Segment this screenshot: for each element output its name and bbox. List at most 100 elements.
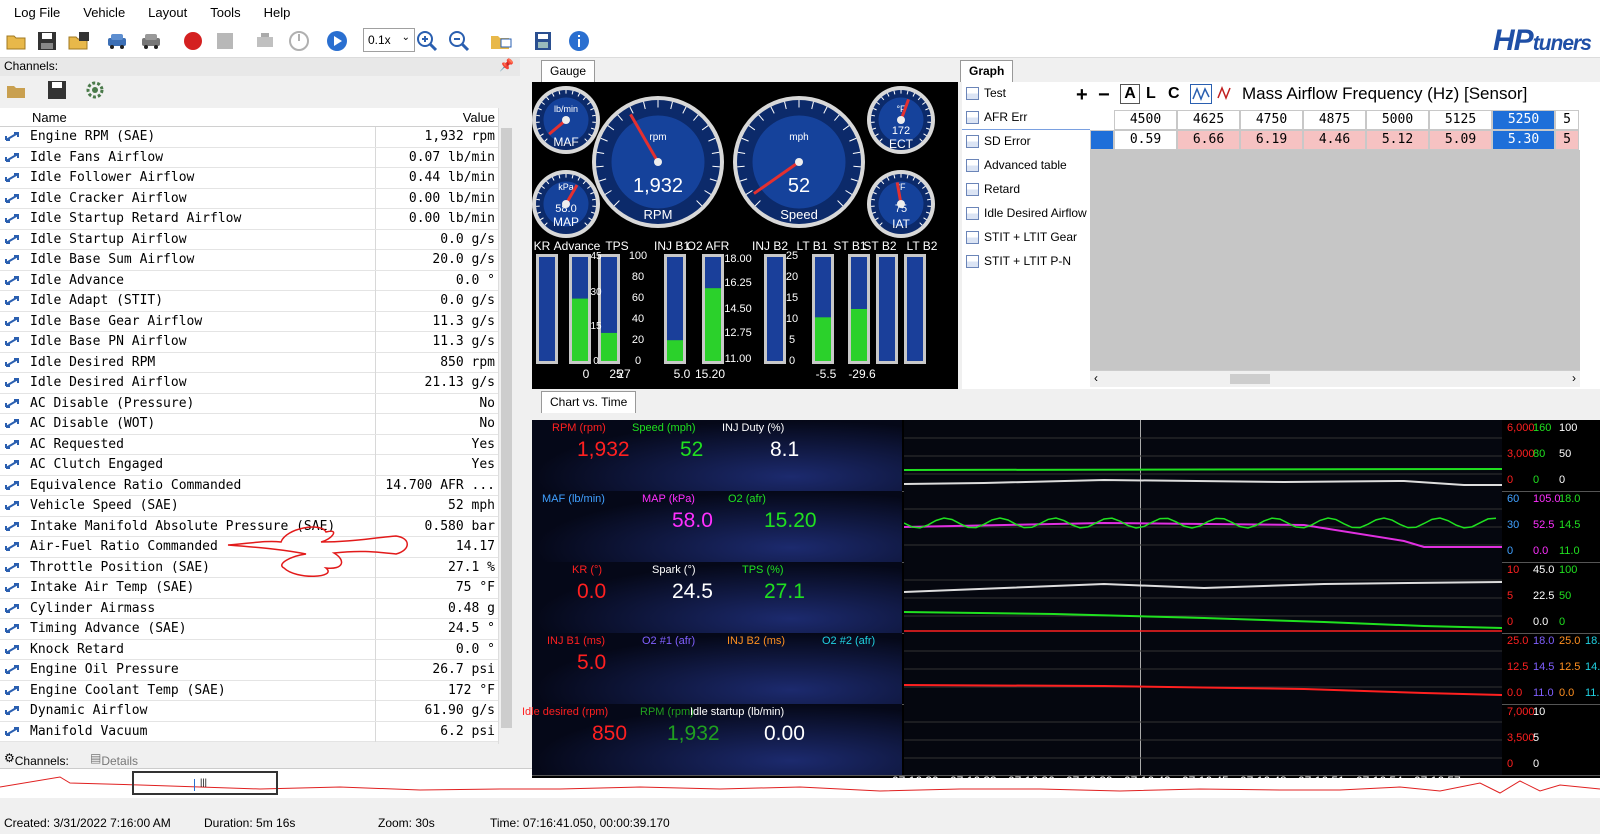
channel-row[interactable]: AC Clutch Engaged Yes bbox=[0, 455, 510, 476]
menu-tools[interactable]: Tools bbox=[196, 5, 249, 20]
export-icon[interactable] bbox=[530, 28, 556, 54]
channel-row[interactable]: Intake Air Temp (SAE) 75 °F bbox=[0, 578, 510, 599]
channel-row[interactable]: AC Disable (WOT) No bbox=[0, 414, 510, 435]
graph-list-item[interactable]: Retard bbox=[962, 178, 1090, 202]
channel-row[interactable]: Idle Desired RPM 850 rpm bbox=[0, 352, 510, 373]
channel-link-icon bbox=[4, 253, 22, 267]
menu-help[interactable]: Help bbox=[250, 5, 300, 20]
open-folder-icon[interactable] bbox=[4, 28, 30, 54]
auto-button[interactable]: A bbox=[1120, 84, 1140, 104]
tab-gauge[interactable]: Gauge bbox=[541, 60, 596, 82]
zoom-select[interactable]: 0.1x ⌄ bbox=[363, 28, 415, 52]
play-icon[interactable] bbox=[324, 28, 350, 54]
channel-settings-icon[interactable] bbox=[82, 77, 108, 103]
channel-row[interactable]: Engine RPM (SAE) 1,932 rpm bbox=[0, 127, 510, 148]
zoom-out-icon[interactable] bbox=[446, 28, 472, 54]
graph-list-item[interactable]: Idle Desired Airflow bbox=[962, 202, 1090, 226]
l-button[interactable]: L bbox=[1146, 85, 1156, 103]
vehicle-connect-icon[interactable] bbox=[104, 28, 130, 54]
info-icon[interactable] bbox=[566, 28, 592, 54]
overview-window[interactable]: ||| bbox=[132, 771, 278, 795]
table-col-header[interactable]: 4875 bbox=[1303, 110, 1366, 130]
channel-row[interactable]: Idle Desired Airflow 21.13 g/s bbox=[0, 373, 510, 394]
channel-row[interactable]: Idle Base Gear Airflow 11.3 g/s bbox=[0, 311, 510, 332]
channel-row[interactable]: Equivalence Ratio Commanded 14.700 AFR ..… bbox=[0, 475, 510, 496]
table-col-header[interactable]: 4625 bbox=[1177, 110, 1240, 130]
adv-tick: 15 bbox=[590, 321, 602, 332]
save-channels-icon[interactable] bbox=[44, 77, 70, 103]
pin-icon[interactable]: 📌 bbox=[499, 58, 514, 72]
strip-plot[interactable] bbox=[904, 491, 1502, 562]
channel-row[interactable]: Idle Adapt (STIT) 0.0 g/s bbox=[0, 291, 510, 312]
graph-list-item[interactable]: SD Error bbox=[962, 130, 1090, 154]
layout-icon[interactable] bbox=[488, 28, 514, 54]
c-button[interactable]: C bbox=[1168, 85, 1180, 103]
open-channels-icon[interactable] bbox=[4, 77, 30, 103]
trace-icon[interactable] bbox=[1216, 84, 1234, 107]
table-cell[interactable]: 5 bbox=[1555, 130, 1579, 150]
channel-row[interactable]: Idle Fans Airflow 0.07 lb/min bbox=[0, 147, 510, 168]
table-col-header[interactable]: 5 bbox=[1555, 110, 1579, 130]
channel-row[interactable]: Engine Oil Pressure 26.7 psi bbox=[0, 660, 510, 681]
table-col-header[interactable]: 4500 bbox=[1114, 110, 1177, 130]
vehicle-disconnect-icon[interactable] bbox=[138, 28, 164, 54]
name-column-header[interactable]: Name bbox=[32, 110, 67, 125]
channel-row[interactable]: Idle Base PN Airflow 11.3 g/s bbox=[0, 332, 510, 353]
power-icon[interactable] bbox=[286, 28, 312, 54]
menu-layout[interactable]: Layout bbox=[134, 5, 196, 20]
table-cell[interactable]: 5.12 bbox=[1366, 130, 1429, 150]
graph-list-item[interactable]: Test bbox=[962, 82, 1090, 106]
strip-plot[interactable] bbox=[904, 633, 1502, 704]
table-cell[interactable]: 5.09 bbox=[1429, 130, 1492, 150]
zoom-in-icon[interactable] bbox=[414, 28, 440, 54]
channel-row[interactable]: Idle Advance 0.0 ° bbox=[0, 270, 510, 291]
channel-row[interactable]: Engine Coolant Temp (SAE) 172 °F bbox=[0, 680, 510, 701]
tab-channels[interactable]: ⚙ Channels: bbox=[4, 751, 69, 768]
record-icon[interactable] bbox=[180, 28, 206, 54]
channel-row[interactable]: Knock Retard 0.0 ° bbox=[0, 639, 510, 660]
channel-row[interactable]: Idle Startup Airflow 0.0 g/s bbox=[0, 229, 510, 250]
tab-chart-vs-time[interactable]: Chart vs. Time bbox=[541, 391, 637, 413]
channel-row[interactable]: Idle Startup Retard Airflow 0.00 lb/min bbox=[0, 209, 510, 230]
save-icon[interactable] bbox=[34, 28, 60, 54]
table-cell[interactable]: 5.30 bbox=[1492, 130, 1555, 150]
stop-icon[interactable] bbox=[212, 28, 238, 54]
table-hscrollbar[interactable]: ‹ › bbox=[1090, 370, 1580, 387]
channel-row[interactable]: AC Requested Yes bbox=[0, 434, 510, 455]
table-col-header[interactable]: 5125 bbox=[1429, 110, 1492, 130]
save-as-icon[interactable] bbox=[66, 28, 92, 54]
graph-list-item[interactable]: STIT + LTIT P-N bbox=[962, 250, 1090, 274]
channels-scrollbar[interactable] bbox=[498, 108, 514, 744]
channel-row[interactable]: Cylinder Airmass 0.48 g bbox=[0, 598, 510, 619]
channel-row[interactable]: Idle Base Sum Airflow 20.0 g/s bbox=[0, 250, 510, 271]
value-column-header[interactable]: Value bbox=[383, 110, 503, 125]
table-col-header[interactable]: 4750 bbox=[1240, 110, 1303, 130]
graph-list-item[interactable]: AFR Err bbox=[962, 106, 1090, 130]
engine-icon[interactable] bbox=[252, 28, 278, 54]
add-icon[interactable]: + bbox=[1076, 84, 1088, 107]
table-cell[interactable]: 6.66 bbox=[1177, 130, 1240, 150]
tab-graph[interactable]: Graph bbox=[960, 60, 1014, 82]
strip-plot[interactable] bbox=[904, 704, 1502, 775]
table-cell[interactable]: 4.46 bbox=[1303, 130, 1366, 150]
tab-details[interactable]: ▤ Details bbox=[90, 751, 138, 768]
table-col-header[interactable]: 5250 bbox=[1492, 110, 1555, 130]
channel-row[interactable]: Manifold Vacuum 6.2 psi bbox=[0, 721, 510, 742]
channel-row[interactable]: Idle Follower Airflow 0.44 lb/min bbox=[0, 168, 510, 189]
subtract-icon[interactable]: − bbox=[1098, 84, 1110, 107]
channel-row[interactable]: AC Disable (Pressure) No bbox=[0, 393, 510, 414]
table-cell[interactable]: 6.19 bbox=[1240, 130, 1303, 150]
menu-vehicle[interactable]: Vehicle bbox=[69, 5, 134, 20]
strip-plot[interactable] bbox=[904, 562, 1502, 633]
graph-list-item[interactable]: STIT + LTIT Gear bbox=[962, 226, 1090, 250]
channel-row[interactable]: Timing Advance (SAE) 24.5 ° bbox=[0, 619, 510, 640]
menu-log-file[interactable]: Log File bbox=[0, 5, 69, 20]
channel-row[interactable]: Dynamic Airflow 61.90 g/s bbox=[0, 701, 510, 722]
channel-row[interactable]: Idle Cracker Airflow 0.00 lb/min bbox=[0, 188, 510, 209]
strip-plot[interactable] bbox=[904, 420, 1502, 491]
table-cell[interactable]: 0.59 bbox=[1114, 130, 1177, 150]
graph-view-icon[interactable] bbox=[1190, 84, 1212, 104]
graph-list-item[interactable]: Advanced table bbox=[962, 154, 1090, 178]
channel-row[interactable]: Vehicle Speed (SAE) 52 mph bbox=[0, 496, 510, 517]
table-col-header[interactable]: 5000 bbox=[1366, 110, 1429, 130]
